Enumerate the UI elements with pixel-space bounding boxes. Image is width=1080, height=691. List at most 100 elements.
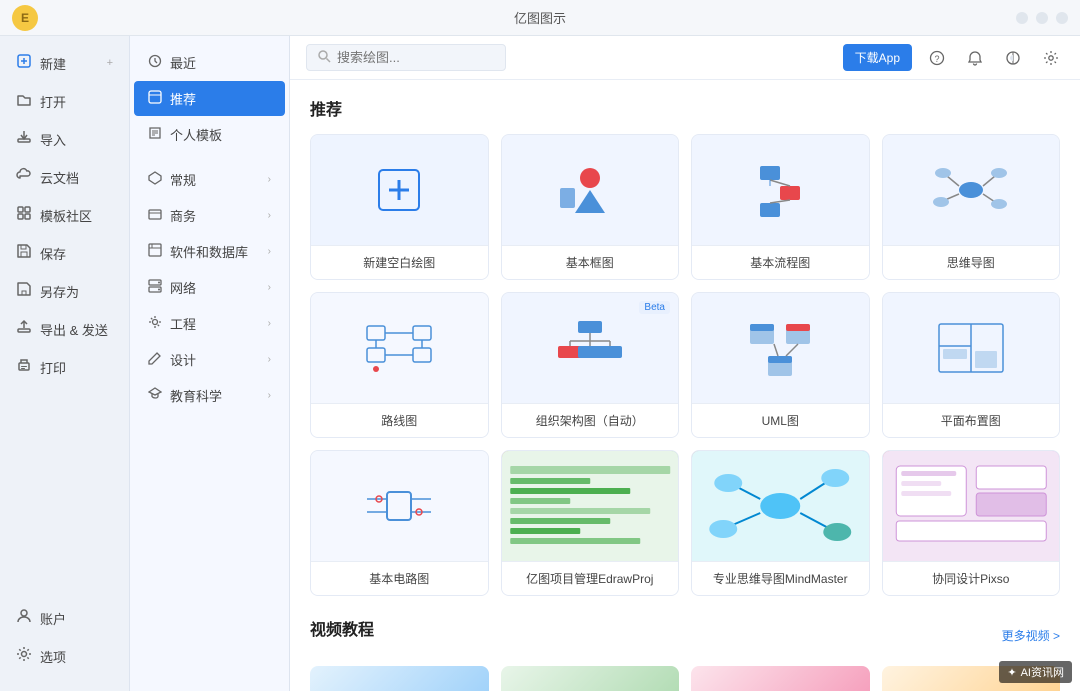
content-area: 下载App ? 推荐 bbox=[290, 36, 1080, 691]
search-box[interactable] bbox=[306, 44, 506, 71]
business-icon bbox=[148, 207, 162, 224]
skin-button[interactable] bbox=[1000, 45, 1026, 71]
sidebar-open-label: 打开 bbox=[40, 92, 66, 111]
software-icon bbox=[148, 243, 162, 260]
sidebar-item-export[interactable]: 导出 & 发送 bbox=[0, 310, 129, 348]
chevron-icon: › bbox=[268, 282, 271, 293]
mid-recent-label: 最近 bbox=[170, 53, 196, 72]
user-avatar[interactable]: E bbox=[12, 5, 38, 31]
sidebar-item-open[interactable]: 打开 bbox=[0, 82, 129, 120]
general-icon bbox=[148, 171, 162, 188]
sidebar-save-label: 保存 bbox=[40, 244, 66, 263]
mid-item-business[interactable]: 商务 › bbox=[134, 198, 285, 233]
sidebar-item-print[interactable]: 打印 bbox=[0, 348, 129, 386]
content-toolbar: 下载App ? bbox=[290, 36, 1080, 80]
mid-education-label: 教育科学 bbox=[170, 386, 222, 405]
sidebar-item-options[interactable]: 选项 bbox=[0, 637, 129, 675]
template-grid: 新建空白绘图 基本框图 bbox=[310, 134, 1060, 596]
sidebar-item-save[interactable]: 保存 bbox=[0, 234, 129, 272]
account-icon bbox=[16, 608, 32, 628]
mid-general-label: 常规 bbox=[170, 170, 196, 189]
main-layout: 新建 + 打开 导入 云文档 bbox=[0, 36, 1080, 691]
options-icon bbox=[16, 646, 32, 666]
template-card-route[interactable]: 路线图 bbox=[310, 292, 489, 438]
template-card-label: 组织架构图（自动） bbox=[502, 403, 679, 437]
circuit-icon bbox=[359, 474, 439, 539]
mid-engineering-label: 工程 bbox=[170, 314, 196, 333]
sidebar-item-account[interactable]: 账户 bbox=[0, 599, 129, 637]
mid-item-design[interactable]: 设计 › bbox=[134, 342, 285, 377]
template-icon bbox=[16, 205, 32, 225]
download-app-button[interactable]: 下载App bbox=[843, 44, 912, 71]
more-videos-link[interactable]: 更多视频 > bbox=[1002, 627, 1060, 644]
settings-button[interactable] bbox=[1038, 45, 1064, 71]
sidebar-item-saveas[interactable]: 另存为 bbox=[0, 272, 129, 310]
template-card-edrawproj[interactable]: 产品推荐 亿图 bbox=[501, 450, 680, 596]
mid-item-software[interactable]: 软件和数据库 › bbox=[134, 234, 285, 269]
mid-design-label: 设计 bbox=[170, 350, 196, 369]
watermark-icon: ✦ bbox=[1007, 666, 1016, 679]
template-card-label: 协同设计Pixso bbox=[883, 561, 1060, 595]
video-card-2[interactable] bbox=[501, 666, 680, 691]
sidebar-export-label: 导出 & 发送 bbox=[40, 320, 108, 339]
frame-icon bbox=[550, 158, 630, 223]
sidebar-new-label: 新建 bbox=[40, 54, 66, 73]
new-icon bbox=[16, 53, 32, 73]
video-section-title: 视频教程 bbox=[310, 616, 374, 640]
watermark: ✦ AI资讯网 bbox=[999, 661, 1072, 683]
sidebar-template-label: 模板社区 bbox=[40, 206, 92, 225]
template-card-label: 平面布置图 bbox=[883, 403, 1060, 437]
chevron-icon: › bbox=[268, 246, 271, 257]
mid-item-recent[interactable]: 最近 bbox=[134, 45, 285, 80]
close-button[interactable]: ✕ bbox=[1056, 12, 1068, 24]
template-card-circuit[interactable]: 基本电路图 bbox=[310, 450, 489, 596]
org-icon bbox=[550, 316, 630, 381]
video-card-1[interactable] bbox=[310, 666, 489, 691]
personal-icon bbox=[148, 126, 162, 143]
video-grid bbox=[310, 666, 1060, 691]
mid-item-education[interactable]: 教育科学 › bbox=[134, 378, 285, 413]
mid-item-network[interactable]: 网络 › bbox=[134, 270, 285, 305]
mindmap-icon bbox=[931, 158, 1011, 223]
flow-icon bbox=[740, 158, 820, 223]
search-input[interactable] bbox=[337, 50, 487, 65]
template-card-mindmaster[interactable]: 产品推荐 bbox=[691, 450, 870, 596]
watermark-text: AI资讯网 bbox=[1021, 664, 1064, 680]
mid-item-personal[interactable]: 个人模板 bbox=[134, 117, 285, 152]
minimize-button[interactable]: — bbox=[1016, 12, 1028, 24]
new-blank-icon bbox=[374, 165, 424, 215]
sidebar-item-template[interactable]: 模板社区 bbox=[0, 196, 129, 234]
save-icon bbox=[16, 243, 32, 263]
template-card-basic-flow[interactable]: 基本流程图 bbox=[691, 134, 870, 280]
template-card-layout[interactable]: 平面布置图 bbox=[882, 292, 1061, 438]
video-card-3[interactable] bbox=[691, 666, 870, 691]
sidebar-account-label: 账户 bbox=[40, 609, 66, 628]
cloud-icon bbox=[16, 167, 32, 187]
template-card-new-blank[interactable]: 新建空白绘图 bbox=[310, 134, 489, 280]
mid-item-recommend[interactable]: 推荐 bbox=[134, 81, 285, 116]
sidebar-item-new[interactable]: 新建 + bbox=[0, 44, 129, 82]
sidebar-item-cloud[interactable]: 云文档 bbox=[0, 158, 129, 196]
help-button[interactable]: ? bbox=[924, 45, 950, 71]
mid-item-general[interactable]: 常规 › bbox=[134, 162, 285, 197]
saveas-icon bbox=[16, 281, 32, 301]
sidebar-item-import[interactable]: 导入 bbox=[0, 120, 129, 158]
video-section-header: 视频教程 更多视频 > bbox=[310, 616, 1060, 654]
titlebar: E 亿图图示 — □ ✕ bbox=[0, 0, 1080, 36]
template-card-label: 基本流程图 bbox=[692, 245, 869, 279]
search-icon bbox=[317, 49, 331, 66]
template-card-basic-frame[interactable]: 基本框图 bbox=[501, 134, 680, 280]
template-card-label: 路线图 bbox=[311, 403, 488, 437]
maximize-button[interactable]: □ bbox=[1036, 12, 1048, 24]
template-card-mindmap[interactable]: 思维导图 bbox=[882, 134, 1061, 280]
notification-button[interactable] bbox=[962, 45, 988, 71]
engineering-icon bbox=[148, 315, 162, 332]
template-card-org[interactable]: Beta 组织 bbox=[501, 292, 680, 438]
sidebar-print-label: 打印 bbox=[40, 358, 66, 377]
chevron-icon: › bbox=[268, 390, 271, 401]
template-card-label: 思维导图 bbox=[883, 245, 1060, 279]
template-card-pixso[interactable]: 产品推荐 协同设计Pixso bbox=[882, 450, 1061, 596]
mid-item-engineering[interactable]: 工程 › bbox=[134, 306, 285, 341]
template-card-uml[interactable]: UML图 bbox=[691, 292, 870, 438]
education-icon bbox=[148, 387, 162, 404]
